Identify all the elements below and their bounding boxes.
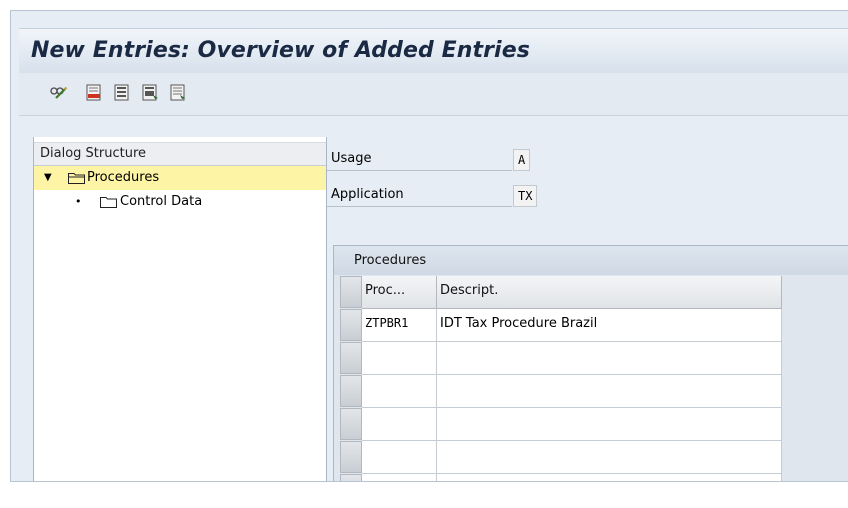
tree-item-procedures[interactable]: ▼ Procedures bbox=[34, 166, 326, 190]
row-selector[interactable] bbox=[340, 474, 362, 481]
select-all-button[interactable] bbox=[112, 83, 132, 103]
dialog-structure-panel: Dialog Structure ▼ Procedures • Control … bbox=[33, 137, 327, 481]
expand-arrow-icon[interactable]: ▼ bbox=[44, 166, 52, 190]
descript-cell[interactable] bbox=[437, 408, 782, 441]
open-folder-icon bbox=[68, 173, 85, 184]
select-block-button[interactable] bbox=[140, 83, 160, 103]
deselect-all-button[interactable] bbox=[168, 83, 188, 103]
descript-cell[interactable] bbox=[437, 441, 782, 474]
title-bar: New Entries: Overview of Added Entries bbox=[19, 28, 848, 74]
proc-cell[interactable] bbox=[362, 408, 437, 441]
deselect-all-icon bbox=[170, 84, 185, 101]
usage-row: Usage A bbox=[327, 147, 557, 171]
select-all-icon bbox=[114, 84, 129, 101]
usage-field[interactable]: A bbox=[513, 149, 531, 171]
application-row: Application TX bbox=[327, 183, 557, 207]
procedures-table: Procedures Proc... Descript. ZTPBR1 IDT … bbox=[333, 245, 848, 481]
descript-cell[interactable] bbox=[437, 375, 782, 408]
application-label: Application bbox=[327, 183, 512, 207]
folder-icon bbox=[100, 197, 117, 208]
bullet-icon: • bbox=[75, 195, 82, 208]
proc-cell[interactable]: ZTPBR1 bbox=[362, 309, 437, 342]
row-selector[interactable] bbox=[340, 342, 362, 374]
select-block-icon bbox=[142, 84, 158, 101]
column-header-descript[interactable]: Descript. bbox=[437, 276, 782, 309]
page-title: New Entries: Overview of Added Entries bbox=[31, 38, 530, 63]
delete-entry-icon bbox=[86, 84, 101, 101]
usage-label: Usage bbox=[327, 147, 512, 171]
row-selector[interactable] bbox=[340, 375, 362, 407]
proc-cell[interactable] bbox=[362, 474, 437, 481]
row-selector[interactable] bbox=[340, 441, 362, 473]
table-title: Procedures bbox=[334, 246, 848, 275]
descript-cell[interactable] bbox=[437, 342, 782, 375]
descript-cell[interactable]: IDT Tax Procedure Brazil bbox=[437, 309, 782, 342]
sap-window: New Entries: Overview of Added Entries D… bbox=[10, 10, 848, 482]
application-field[interactable]: TX bbox=[513, 185, 538, 207]
glasses-display-change-icon bbox=[50, 86, 68, 99]
proc-cell[interactable] bbox=[362, 441, 437, 474]
select-all-rows-button[interactable] bbox=[340, 276, 362, 308]
application-toolbar bbox=[19, 73, 848, 116]
descript-cell[interactable] bbox=[437, 474, 782, 481]
column-header-proc[interactable]: Proc... bbox=[362, 276, 437, 309]
tree-item-label: Procedures bbox=[87, 170, 160, 185]
delete-button[interactable] bbox=[84, 83, 104, 103]
dialog-structure-header: Dialog Structure bbox=[34, 142, 326, 166]
row-selector[interactable] bbox=[340, 309, 362, 341]
detail-area: Usage A Application TX Procedures Proc..… bbox=[327, 137, 848, 481]
tree-item-label: Control Data bbox=[120, 194, 203, 209]
tree-item-control-data[interactable]: • Control Data bbox=[34, 190, 326, 214]
proc-cell[interactable] bbox=[362, 375, 437, 408]
display-change-button[interactable] bbox=[49, 83, 69, 103]
row-selector[interactable] bbox=[340, 408, 362, 440]
proc-cell[interactable] bbox=[362, 342, 437, 375]
